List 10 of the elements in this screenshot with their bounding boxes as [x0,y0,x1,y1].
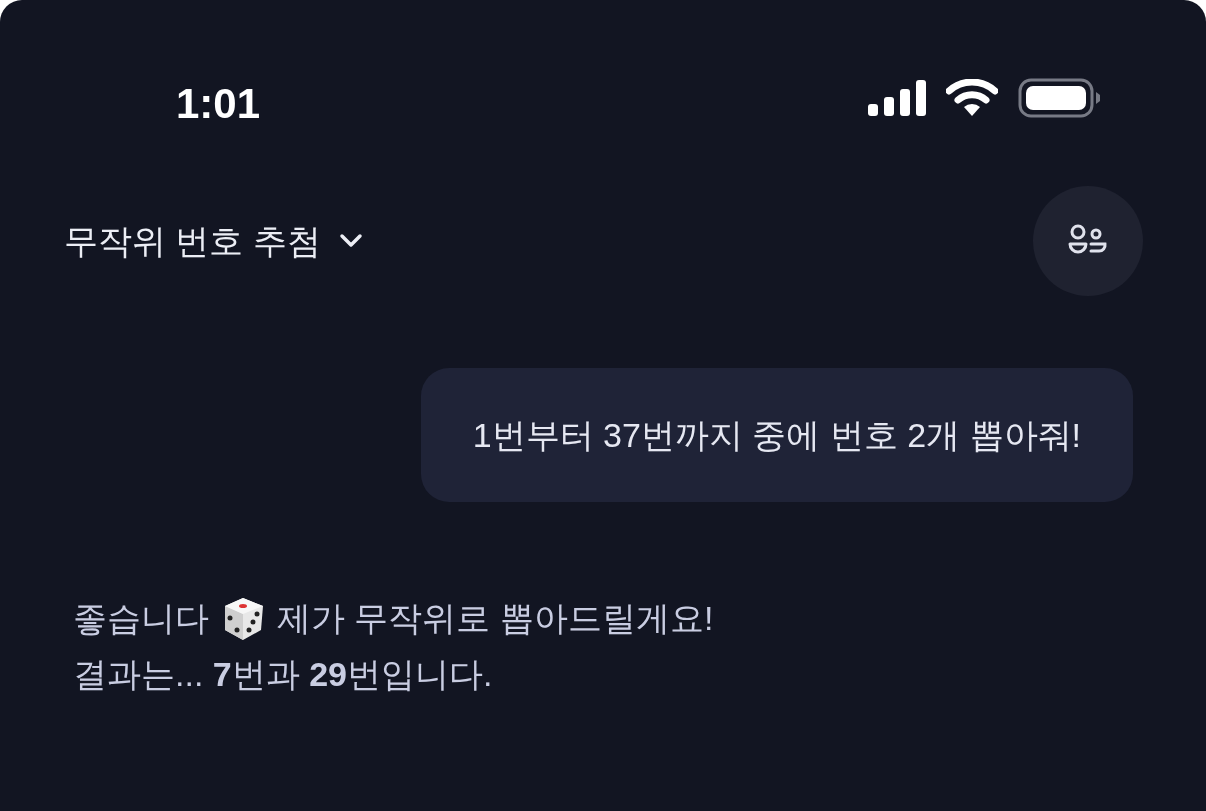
assistant-message-text: 좋습니다 [73,598,209,639]
chevron-down-icon [338,233,363,249]
battery-icon [1018,78,1100,118]
assistant-message-text: 제가 무작위로 뽑아드릴게요! [277,598,714,639]
chat-title-dropdown[interactable]: 무작위 번호 추첨 [64,215,363,267]
wifi-icon [946,79,998,117]
user-message-bubble: 1번부터 37번까지 중에 번호 2개 뽑아줘! [420,368,1133,502]
status-time: 1:01 [176,79,261,129]
signal-icon [868,80,926,116]
assistant-message-text: 결과는... 7번과 29번입니다. [73,654,494,695]
